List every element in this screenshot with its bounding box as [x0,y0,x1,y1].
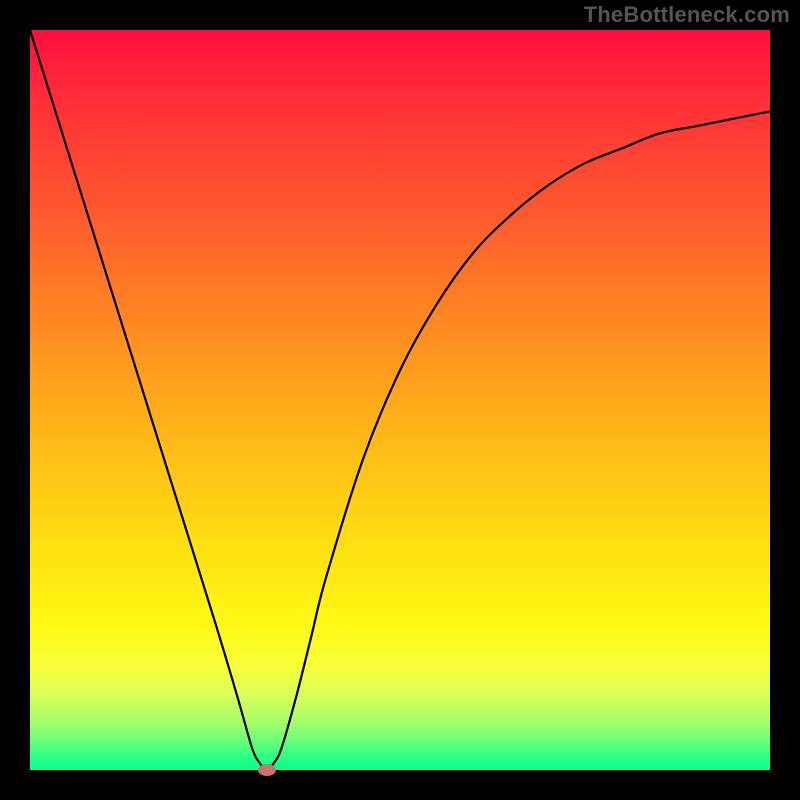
curve-svg [30,30,770,770]
plot-area [30,30,770,770]
chart-frame: TheBottleneck.com [0,0,800,800]
bottleneck-curve [30,30,770,770]
watermark-text: TheBottleneck.com [584,2,790,28]
minimum-marker [258,764,276,776]
